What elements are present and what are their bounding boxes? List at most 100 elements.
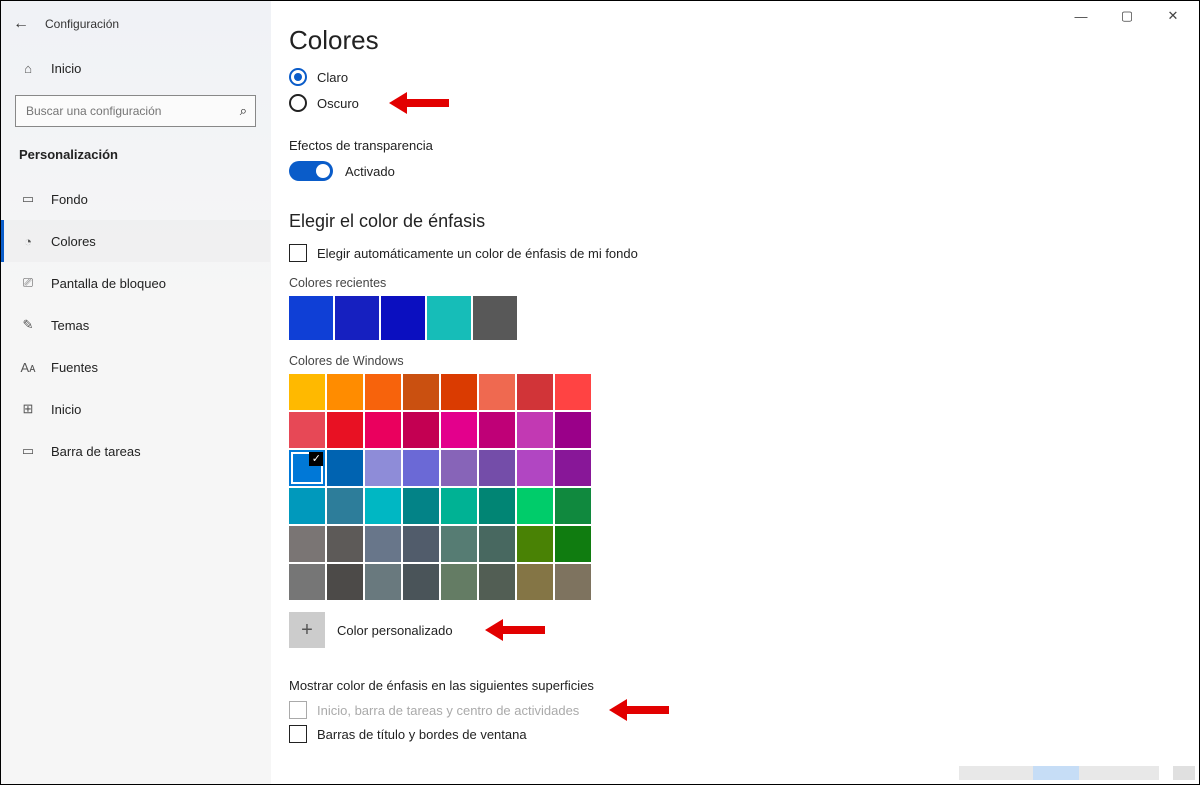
- color-swatch[interactable]: [403, 488, 439, 524]
- color-swatch[interactable]: [327, 374, 363, 410]
- color-swatch[interactable]: [365, 564, 401, 600]
- color-swatch[interactable]: [479, 412, 515, 448]
- sidebar-item-label: Inicio: [51, 402, 81, 417]
- color-swatch[interactable]: [365, 374, 401, 410]
- surfaces-heading: Mostrar color de énfasis en las siguient…: [289, 678, 1199, 693]
- color-swatch[interactable]: [555, 374, 591, 410]
- color-swatch[interactable]: [517, 488, 553, 524]
- surface-titlebars-label: Barras de título y bordes de ventana: [317, 727, 527, 742]
- sidebar-item-barra-de-tareas[interactable]: ▭ Barra de tareas: [1, 430, 270, 472]
- color-swatch[interactable]: [289, 488, 325, 524]
- color-swatch[interactable]: [365, 450, 401, 486]
- color-swatch[interactable]: [289, 296, 333, 340]
- transparency-toggle[interactable]: [289, 161, 333, 181]
- color-swatch[interactable]: [441, 526, 477, 562]
- radio-icon: [289, 94, 307, 112]
- color-swatch[interactable]: [289, 564, 325, 600]
- color-swatch[interactable]: [555, 564, 591, 600]
- color-swatch[interactable]: [327, 526, 363, 562]
- start-icon: ⊞: [19, 400, 37, 418]
- auto-accent-checkbox[interactable]: Elegir automáticamente un color de énfas…: [289, 244, 1199, 262]
- color-swatch[interactable]: [517, 374, 553, 410]
- radio-dark[interactable]: Oscuro: [289, 94, 1199, 112]
- sidebar-item-colores[interactable]: ◔ Colores: [1, 220, 270, 262]
- color-swatch[interactable]: [365, 526, 401, 562]
- color-swatch[interactable]: [555, 450, 591, 486]
- color-swatch[interactable]: [327, 488, 363, 524]
- content-pane: Colores Claro Oscuro Efectos de transpar…: [271, 1, 1199, 784]
- surface-start-label: Inicio, barra de tareas y centro de acti…: [317, 703, 579, 718]
- custom-color-button[interactable]: +: [289, 612, 325, 648]
- color-swatch[interactable]: [441, 488, 477, 524]
- color-swatch[interactable]: [555, 526, 591, 562]
- scrollbar-right-button[interactable]: [1173, 766, 1195, 780]
- color-swatch[interactable]: [403, 374, 439, 410]
- recent-colors-label: Colores recientes: [289, 276, 1199, 290]
- radio-light[interactable]: Claro: [289, 68, 1199, 86]
- color-swatch[interactable]: [441, 450, 477, 486]
- sidebar-item-pantalla-bloqueo[interactable]: ⎚ Pantalla de bloqueo: [1, 262, 270, 304]
- color-swatch[interactable]: [365, 488, 401, 524]
- sidebar-item-inicio[interactable]: ⊞ Inicio: [1, 388, 270, 430]
- color-swatch[interactable]: [555, 488, 591, 524]
- transparency-heading: Efectos de transparencia: [289, 138, 1199, 153]
- auto-accent-label: Elegir automáticamente un color de énfas…: [317, 246, 638, 261]
- color-swatch[interactable]: [365, 412, 401, 448]
- windows-colors-label: Colores de Windows: [289, 354, 1199, 368]
- lock-screen-icon: ⎚: [19, 274, 37, 292]
- themes-icon: ✎: [19, 316, 37, 334]
- color-swatch[interactable]: [479, 564, 515, 600]
- color-swatch[interactable]: [479, 488, 515, 524]
- sidebar-item-temas[interactable]: ✎ Temas: [1, 304, 270, 346]
- sidebar-item-label: Pantalla de bloqueo: [51, 276, 166, 291]
- color-swatch[interactable]: [479, 374, 515, 410]
- checkbox-icon: [289, 701, 307, 719]
- color-swatch[interactable]: [517, 564, 553, 600]
- color-swatch[interactable]: [441, 374, 477, 410]
- color-swatch[interactable]: [289, 374, 325, 410]
- sidebar-item-fuentes[interactable]: Aᴀ Fuentes: [1, 346, 270, 388]
- color-swatch[interactable]: [403, 450, 439, 486]
- color-swatch[interactable]: [289, 526, 325, 562]
- color-swatch[interactable]: [381, 296, 425, 340]
- color-swatch[interactable]: [327, 450, 363, 486]
- taskbar-icon: ▭: [19, 442, 37, 460]
- color-swatch[interactable]: [517, 412, 553, 448]
- annotation-arrow: [485, 621, 545, 639]
- color-swatch[interactable]: [479, 526, 515, 562]
- color-swatch[interactable]: [555, 412, 591, 448]
- color-swatch[interactable]: [289, 412, 325, 448]
- sidebar-home[interactable]: ⌂ Inicio: [1, 49, 270, 87]
- color-swatch[interactable]: [403, 526, 439, 562]
- search-box[interactable]: ⌕: [15, 95, 256, 127]
- custom-color-label: Color personalizado: [337, 623, 453, 638]
- sidebar-item-label: Fondo: [51, 192, 88, 207]
- color-swatch[interactable]: [441, 412, 477, 448]
- color-swatch[interactable]: [473, 296, 517, 340]
- sidebar-item-fondo[interactable]: ▭ Fondo: [1, 178, 270, 220]
- accent-heading: Elegir el color de énfasis: [289, 211, 1199, 232]
- radio-icon: [289, 68, 307, 86]
- recent-colors: [289, 296, 1199, 340]
- color-swatch[interactable]: [479, 450, 515, 486]
- search-input[interactable]: [24, 103, 240, 119]
- surface-titlebars-checkbox[interactable]: Barras de título y bordes de ventana: [289, 725, 1199, 743]
- color-swatch[interactable]: [335, 296, 379, 340]
- fonts-icon: Aᴀ: [19, 358, 37, 376]
- scrollbar-thumb[interactable]: [1033, 766, 1079, 780]
- color-swatch[interactable]: [403, 412, 439, 448]
- home-icon: ⌂: [19, 59, 37, 77]
- color-swatch[interactable]: [427, 296, 471, 340]
- color-swatch[interactable]: [289, 450, 325, 486]
- checkbox-icon: [289, 725, 307, 743]
- radio-dark-label: Oscuro: [317, 96, 359, 111]
- color-swatch[interactable]: [441, 564, 477, 600]
- color-swatch[interactable]: [517, 526, 553, 562]
- surface-start-checkbox[interactable]: Inicio, barra de tareas y centro de acti…: [289, 701, 1199, 719]
- color-swatch[interactable]: [403, 564, 439, 600]
- color-swatch[interactable]: [327, 412, 363, 448]
- window-title: Configuración: [45, 17, 119, 31]
- color-swatch[interactable]: [517, 450, 553, 486]
- back-button[interactable]: ←: [13, 15, 29, 33]
- color-swatch[interactable]: [327, 564, 363, 600]
